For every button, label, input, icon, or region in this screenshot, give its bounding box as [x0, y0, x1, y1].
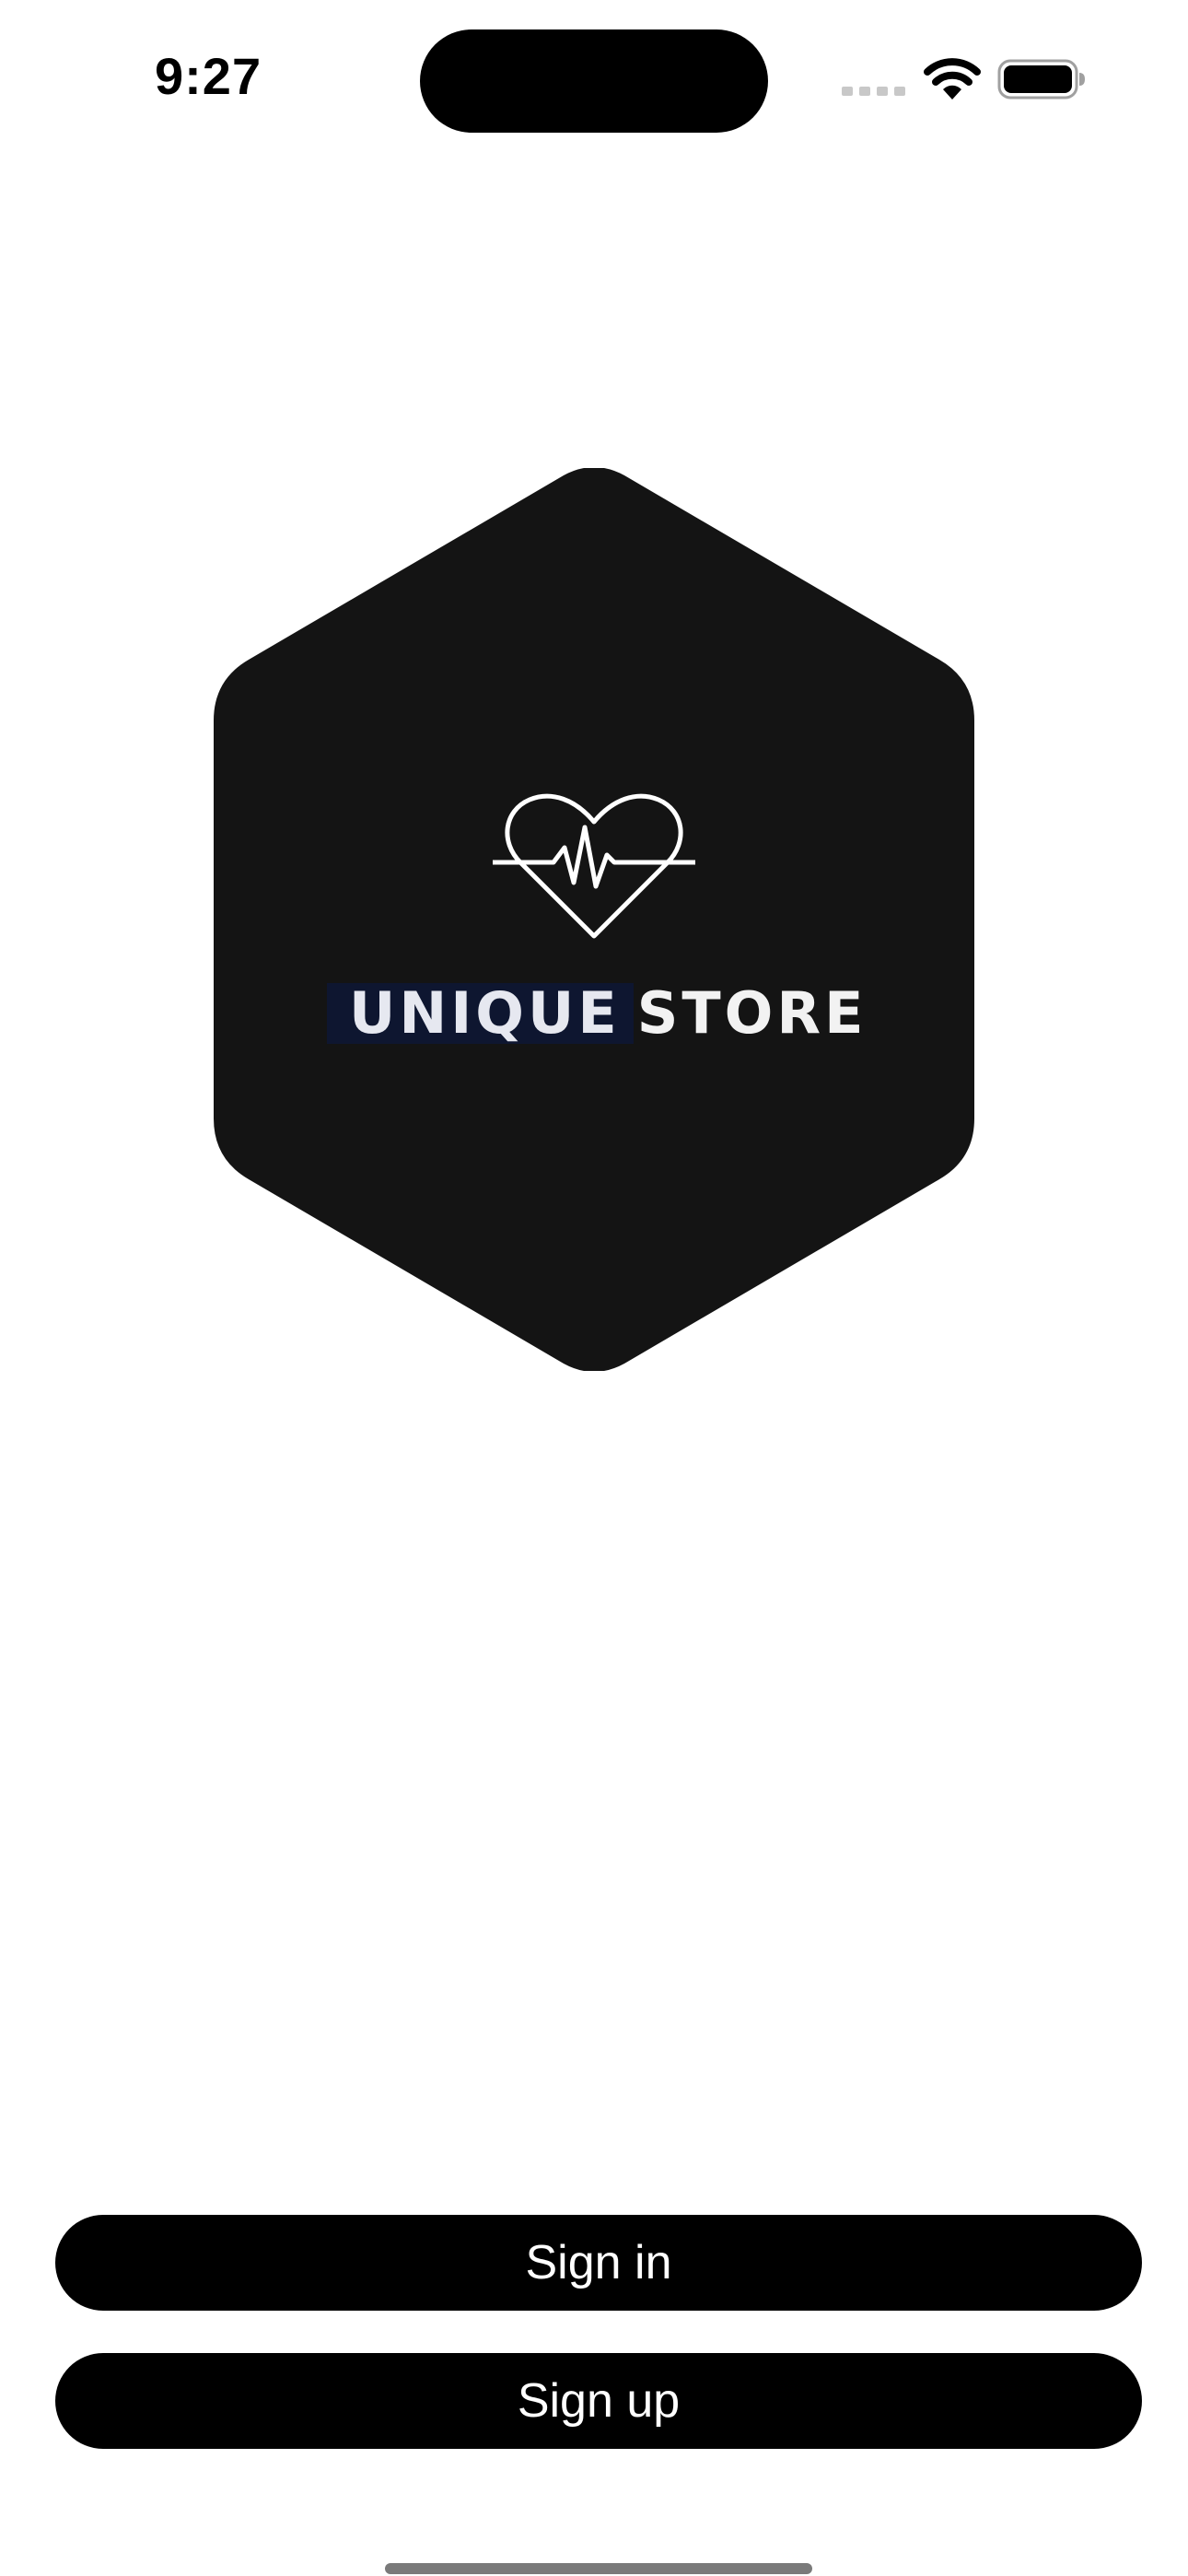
battery-icon	[997, 59, 1085, 100]
logo-word-store: STORE	[636, 979, 868, 1047]
logo-wordmark: UNIQUE STORE	[327, 979, 879, 1048]
cellular-signal-icon	[842, 87, 905, 96]
logo-word-unique: UNIQUE	[327, 983, 634, 1044]
welcome-screen: 9:27 UNIQUE STORE Sign in Sign up	[0, 0, 1188, 2576]
home-indicator[interactable]	[385, 2563, 812, 2574]
heart-pulse-icon	[493, 793, 695, 939]
sign-up-button[interactable]: Sign up	[55, 2353, 1142, 2449]
dynamic-island	[420, 29, 768, 133]
sign-in-button[interactable]: Sign in	[55, 2215, 1142, 2311]
wifi-icon	[924, 58, 981, 100]
status-time: 9:27	[155, 47, 262, 105]
store-logo: UNIQUE STORE	[212, 468, 976, 1371]
status-bar: 9:27	[0, 0, 1188, 157]
